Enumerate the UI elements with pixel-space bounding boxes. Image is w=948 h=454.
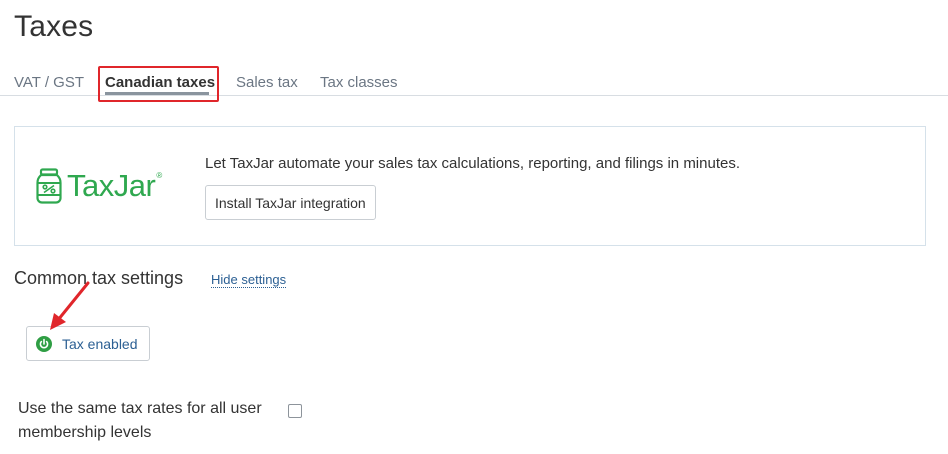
- section-title: Common tax settings: [14, 268, 184, 288]
- tab-sales-tax[interactable]: Sales tax: [236, 74, 298, 91]
- power-icon: [36, 335, 52, 352]
- promo-description: Let TaxJar automate your sales tax calcu…: [205, 155, 741, 172]
- tab-bar: VAT / GST Canadian taxes Sales tax Tax c…: [0, 62, 948, 102]
- page-title: Taxes: [14, 10, 94, 43]
- registered-mark: ®: [156, 171, 163, 180]
- tab-highlight-box: [98, 66, 219, 102]
- hide-settings-link[interactable]: Hide settings: [211, 272, 287, 288]
- taxjar-promo-panel: TaxJar ® Let TaxJar automate your sales …: [14, 126, 926, 246]
- tax-enabled-label: Tax enabled: [62, 335, 138, 352]
- jar-icon: [36, 168, 62, 204]
- taxjar-logo: TaxJar ®: [35, 167, 162, 205]
- annotation-arrow-icon: [50, 281, 90, 330]
- same-rates-label: Use the same tax rates for all user memb…: [18, 400, 262, 441]
- tab-vat-gst[interactable]: VAT / GST: [14, 74, 84, 91]
- same-rates-checkbox[interactable]: [288, 404, 302, 418]
- tab-tax-classes[interactable]: Tax classes: [320, 74, 398, 91]
- logo-wordmark: TaxJar: [67, 168, 156, 203]
- install-taxjar-button[interactable]: Install TaxJar integration: [205, 185, 376, 220]
